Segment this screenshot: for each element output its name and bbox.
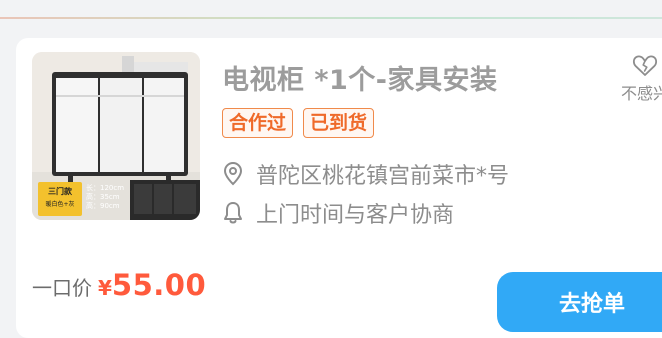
price-currency: ¥ — [98, 276, 112, 300]
thumbnail-badge-text: 三门款 — [48, 187, 72, 196]
service-time-text: 上门时间与客户协商 — [256, 203, 455, 228]
thumbnail-specs: 长：120cm 高：35cm 高：90cm — [86, 184, 124, 211]
service-time-row: 上门时间与客户协商 — [222, 197, 454, 229]
address-row: 普陀区桃花镇宫前菜市*号 — [222, 158, 509, 190]
broken-heart-icon — [610, 54, 662, 78]
price-label: 一口价 — [32, 276, 92, 300]
price: 一口价 ¥ 55.00 — [32, 268, 206, 302]
bell-icon — [222, 201, 244, 225]
grab-order-button[interactable]: 去抢单 — [497, 272, 662, 332]
not-interested-label: 不感兴 — [620, 84, 662, 103]
order-title[interactable]: 电视柜 *1个-家具安装 — [222, 58, 498, 97]
tag-cooperated: 合作过 — [222, 108, 294, 138]
thumbnail-spec-depth: 高：35cm — [86, 193, 120, 201]
top-gradient-line — [0, 17, 662, 19]
price-value: 55.00 — [111, 268, 207, 302]
thumbnail-badge: 三门款 暖白色+灰 — [38, 182, 82, 216]
thumbnail-badge-subtext: 暖白色+灰 — [45, 201, 75, 208]
thumbnail-spec-height: 高：90cm — [86, 202, 120, 210]
tags: 合作过 已到货 — [222, 108, 375, 138]
location-pin-icon — [222, 162, 244, 186]
not-interested-button[interactable]: 不感兴 — [610, 54, 662, 104]
product-thumbnail[interactable]: 三门款 暖白色+灰 长：120cm 高：35cm 高：90cm — [32, 52, 200, 220]
address-text: 普陀区桃花镇宫前菜市*号 — [256, 164, 510, 189]
tag-arrived: 已到货 — [303, 108, 375, 138]
thumbnail-spec-length: 长：120cm — [86, 184, 125, 192]
